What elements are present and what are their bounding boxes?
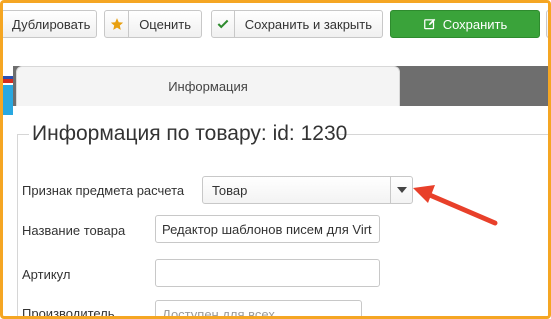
- sku-input[interactable]: [155, 259, 380, 287]
- manufacturer-input[interactable]: [155, 300, 362, 316]
- subject-sign-value: Товар: [212, 182, 248, 198]
- save-button-label: Сохранить: [442, 16, 508, 32]
- subject-sign-label: Признак предмета расчета: [22, 183, 185, 198]
- tab-information[interactable]: Информация: [16, 66, 400, 106]
- fieldset-border-top-right: [337, 134, 548, 135]
- save-and-close-label: Сохранить и закрыть: [244, 16, 372, 32]
- product-name-label: Название товара: [22, 223, 126, 238]
- fieldset-border-top-left: [17, 134, 29, 135]
- duplicate-button[interactable]: Дублировать: [3, 10, 97, 38]
- rate-button-label: Оценить: [139, 16, 191, 32]
- rate-button[interactable]: Оценить: [104, 10, 202, 38]
- edit-icon: [423, 17, 437, 31]
- save-button[interactable]: Сохранить: [390, 10, 540, 38]
- language-flag-icon[interactable]: [3, 72, 13, 83]
- subject-sign-select[interactable]: Товар: [202, 176, 413, 204]
- tab-information-label: Информация: [168, 79, 248, 94]
- annotation-arrow: [413, 185, 498, 226]
- check-icon: [212, 11, 235, 37]
- duplicate-button-label: Дублировать: [12, 16, 91, 32]
- more-button-edge[interactable]: [546, 10, 548, 38]
- star-icon: [105, 11, 130, 37]
- fieldset-border: [17, 134, 18, 316]
- form-legend: Информация по товару: id: 1230: [32, 122, 348, 145]
- manufacturer-label: Производитель: [22, 306, 115, 319]
- side-tab-strip[interactable]: [3, 85, 13, 115]
- save-and-close-button[interactable]: Сохранить и закрыть: [211, 10, 383, 38]
- sku-label: Артикул: [22, 267, 71, 282]
- toolbar: Дублировать Оценить Сохранить и закрыть …: [3, 3, 548, 51]
- screenshot-frame: Дублировать Оценить Сохранить и закрыть …: [0, 0, 551, 319]
- product-name-input[interactable]: [155, 215, 380, 243]
